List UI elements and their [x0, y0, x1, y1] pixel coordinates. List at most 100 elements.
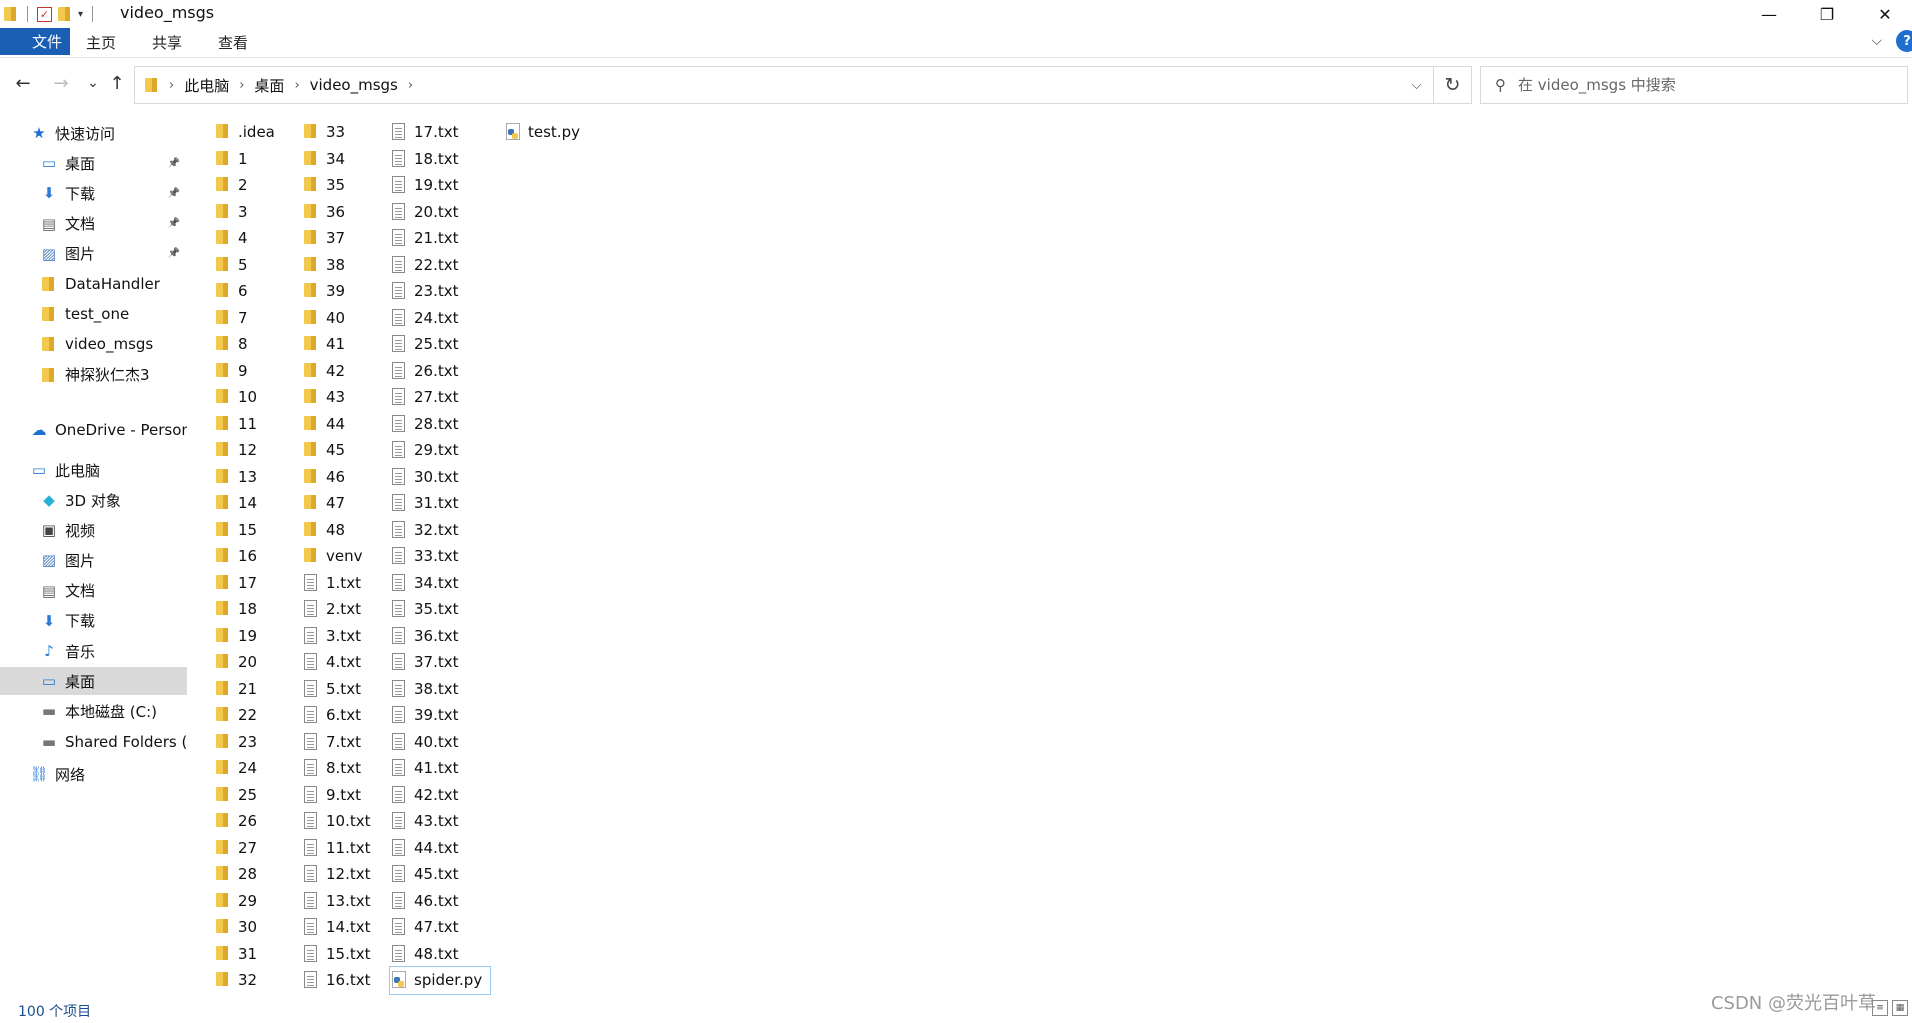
chevron-right-icon[interactable]: › [169, 78, 174, 93]
file-item[interactable]: 33.txt [390, 543, 490, 570]
nav-pc-item[interactable]: ◆ 3D 对象 [0, 486, 187, 514]
file-item[interactable]: 7.txt [302, 729, 382, 756]
nav-onedrive[interactable]: ☁ OneDrive - Person [0, 416, 188, 444]
chevron-down-icon[interactable]: ⌵ [1871, 33, 1882, 49]
file-item[interactable]: 1.txt [302, 570, 382, 597]
details-view-icon[interactable]: ≡ [1872, 1000, 1888, 1016]
file-item[interactable]: 43.txt [390, 808, 490, 835]
file-item[interactable]: 1 [214, 146, 294, 173]
file-item[interactable]: 42.txt [390, 782, 490, 809]
file-item[interactable]: 45.txt [390, 861, 490, 888]
file-item[interactable]: 3.txt [302, 623, 382, 650]
file-item[interactable]: 48.txt [390, 941, 490, 968]
file-item[interactable]: 10 [214, 384, 294, 411]
recent-locations-button[interactable]: ⌄ [82, 72, 104, 94]
file-item[interactable]: 33 [302, 119, 382, 146]
breadcrumb-desktop[interactable]: 桌面 [254, 75, 284, 96]
file-item[interactable]: 27.txt [390, 384, 490, 411]
chevron-right-icon[interactable]: › [408, 78, 413, 93]
nav-pc-item[interactable]: ⬇ 下载 [0, 607, 187, 635]
file-item[interactable]: 22 [214, 702, 294, 729]
help-button[interactable]: ? [1896, 30, 1912, 52]
file-item[interactable]: 39 [302, 278, 382, 305]
file-item[interactable]: 11 [214, 411, 294, 438]
tab-view[interactable]: 查看 [204, 28, 262, 57]
file-item[interactable]: 36 [302, 199, 382, 226]
file-item[interactable]: 30.txt [390, 464, 490, 491]
file-item[interactable]: 12 [214, 437, 294, 464]
file-item[interactable]: 34 [302, 146, 382, 173]
file-item[interactable]: 36.txt [390, 623, 490, 650]
file-item[interactable]: 11.txt [302, 835, 382, 862]
file-item[interactable]: 16.txt [302, 967, 382, 994]
address-bar[interactable]: › 此电脑 › 桌面 › video_msgs › ⌵ [134, 66, 1434, 104]
file-item[interactable]: 18 [214, 596, 294, 623]
file-item[interactable]: 28 [214, 861, 294, 888]
file-item[interactable]: 46.txt [390, 888, 490, 915]
file-item[interactable]: 22.txt [390, 252, 490, 279]
nav-recent-folder[interactable]: DataHandler [0, 270, 187, 298]
file-item[interactable]: 29 [214, 888, 294, 915]
forward-button[interactable]: → [50, 72, 72, 94]
nav-recent-folder[interactable]: 神探狄仁杰3 [0, 361, 187, 389]
file-item[interactable]: 21 [214, 676, 294, 703]
file-item[interactable]: 34.txt [390, 570, 490, 597]
file-item[interactable]: 37 [302, 225, 382, 252]
file-item[interactable]: 44 [302, 411, 382, 438]
nav-pc-item[interactable]: ▨ 图片 [0, 546, 187, 574]
file-item[interactable]: 41.txt [390, 755, 490, 782]
file-item[interactable]: 9 [214, 358, 294, 385]
file-item[interactable]: 23 [214, 729, 294, 756]
file-item[interactable]: 41 [302, 331, 382, 358]
file-item[interactable]: 2 [214, 172, 294, 199]
close-button[interactable]: ✕ [1856, 0, 1912, 28]
file-item[interactable]: 47 [302, 490, 382, 517]
file-item[interactable]: 19 [214, 623, 294, 650]
file-item[interactable]: 40 [302, 305, 382, 332]
file-item[interactable]: 6.txt [302, 702, 382, 729]
breadcrumb-this-pc[interactable]: 此电脑 [184, 75, 229, 96]
file-item[interactable]: 20 [214, 649, 294, 676]
nav-this-pc[interactable]: ▭ 此电脑 [0, 456, 187, 484]
file-item[interactable]: 5.txt [302, 676, 382, 703]
file-item[interactable]: 2.txt [302, 596, 382, 623]
file-item[interactable]: 38.txt [390, 676, 490, 703]
file-item[interactable]: 14.txt [302, 914, 382, 941]
nav-pc-item[interactable]: ▭ 桌面 [0, 667, 187, 696]
file-item[interactable]: 17.txt [390, 119, 490, 146]
up-button[interactable]: ↑ [106, 72, 128, 94]
file-item[interactable]: 28.txt [390, 411, 490, 438]
nav-pc-item[interactable]: ▣ 视频 [0, 516, 187, 544]
file-item[interactable]: 42 [302, 358, 382, 385]
file-item[interactable]: 18.txt [390, 146, 490, 173]
file-item[interactable]: 24.txt [390, 305, 490, 332]
nav-pinned-item[interactable]: ▨ 图片 📌 [0, 240, 187, 268]
file-item[interactable]: 21.txt [390, 225, 490, 252]
file-item[interactable]: 6 [214, 278, 294, 305]
file-item[interactable]: 8 [214, 331, 294, 358]
file-item[interactable]: 39.txt [390, 702, 490, 729]
breadcrumb-video-msgs[interactable]: video_msgs [310, 76, 398, 94]
tab-home[interactable]: 主页 [72, 28, 130, 57]
file-item[interactable]: 43 [302, 384, 382, 411]
file-item[interactable]: 9.txt [302, 782, 382, 809]
file-item[interactable]: 24 [214, 755, 294, 782]
nav-recent-folder[interactable]: test_one [0, 300, 187, 328]
nav-pc-item[interactable]: ▬ 本地磁盘 (C:) [0, 697, 187, 725]
file-item[interactable]: 15 [214, 517, 294, 544]
file-item[interactable]: 40.txt [390, 729, 490, 756]
nav-quick-access[interactable]: ★ 快速访问 [0, 119, 187, 147]
file-item[interactable]: 32.txt [390, 517, 490, 544]
properties-checkbox-icon[interactable]: ✓ [37, 6, 52, 22]
file-item[interactable]: 27 [214, 835, 294, 862]
back-button[interactable]: ← [12, 72, 34, 94]
tab-file[interactable]: 文件 [0, 28, 70, 55]
file-item[interactable]: 19.txt [390, 172, 490, 199]
file-item[interactable]: 35 [302, 172, 382, 199]
file-item[interactable]: 23.txt [390, 278, 490, 305]
nav-pinned-item[interactable]: ▤ 文档 📌 [0, 210, 187, 238]
file-item[interactable]: 47.txt [390, 914, 490, 941]
tab-share[interactable]: 共享 [138, 28, 196, 57]
file-item[interactable]: 44.txt [390, 835, 490, 862]
file-item[interactable]: 15.txt [302, 941, 382, 968]
